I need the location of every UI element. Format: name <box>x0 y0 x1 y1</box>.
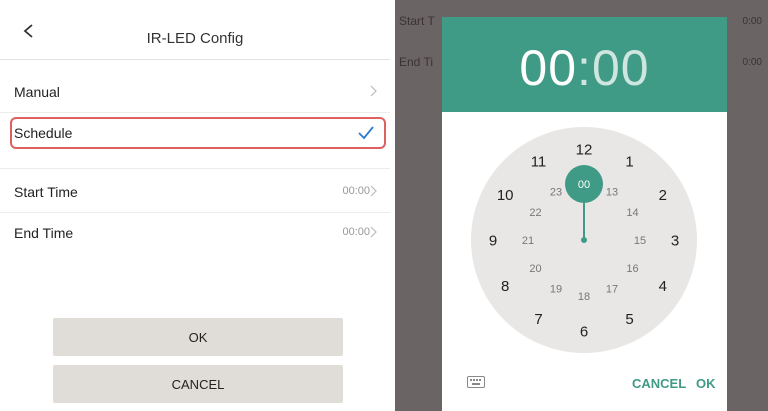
clock-hour-11[interactable]: 11 <box>531 153 547 170</box>
chevron-right-icon <box>370 85 377 97</box>
clock-hour-7[interactable]: 7 <box>534 311 542 328</box>
ok-button[interactable]: OK <box>53 318 343 356</box>
ir-led-config-screen: IR-LED Config Manual Schedule Start Time… <box>0 0 390 411</box>
keyboard-icon[interactable] <box>467 376 485 388</box>
clock-hour-5[interactable]: 5 <box>625 311 633 328</box>
time-picker-screen: Start T 0:00 End Ti 0:00 00:00 12 1 2 3 4 5 6 7… <box>395 0 768 411</box>
clock-hour-15[interactable]: 15 <box>634 235 646 247</box>
clock-hour-23[interactable]: 23 <box>550 186 562 198</box>
clock-hour-12[interactable]: 12 <box>576 141 593 158</box>
clock-hour-10[interactable]: 10 <box>497 187 514 204</box>
background-row-label: Start T <box>399 14 435 28</box>
option-label: Schedule <box>14 125 73 141</box>
divider <box>0 168 390 169</box>
time-display: 00:00 <box>442 39 727 97</box>
setting-label: End Time <box>14 225 74 241</box>
dialog-ok-button[interactable]: OK <box>696 376 716 391</box>
setting-value: 00:00 <box>342 226 370 238</box>
setting-start-time[interactable]: Start Time 00:00 <box>0 172 390 212</box>
clock-face[interactable]: 121234567891011 001314151617181920212223 <box>442 112 727 362</box>
chevron-right-icon <box>370 226 377 238</box>
clock-hour-16[interactable]: 16 <box>626 263 638 275</box>
clock-hour-19[interactable]: 19 <box>550 283 562 295</box>
hours-display[interactable]: 00 <box>519 40 577 96</box>
clock-hour-22[interactable]: 22 <box>529 207 541 219</box>
clock-hour-13[interactable]: 13 <box>606 186 618 198</box>
clock-hour-21[interactable]: 21 <box>522 235 534 247</box>
clock-hour-14[interactable]: 14 <box>626 207 638 219</box>
clock-hour-20[interactable]: 20 <box>529 263 541 275</box>
clock-hour-4[interactable]: 4 <box>659 278 667 295</box>
clock-hour-9[interactable]: 9 <box>489 232 497 249</box>
header-bar: IR-LED Config <box>0 0 390 60</box>
dialog-cancel-button[interactable]: CANCEL <box>632 376 686 391</box>
clock-hour-8[interactable]: 8 <box>501 278 509 295</box>
background-row-label: End Ti <box>399 55 434 69</box>
checkmark-icon <box>358 126 374 140</box>
time-separator: : <box>577 40 592 96</box>
clock-center-dot <box>581 237 587 243</box>
minutes-display[interactable]: 00 <box>592 40 650 96</box>
clock-hour-1[interactable]: 1 <box>625 153 633 170</box>
option-label: Manual <box>14 84 60 100</box>
divider <box>0 112 390 113</box>
chevron-right-icon <box>370 185 377 197</box>
clock-hour-3[interactable]: 3 <box>671 232 679 249</box>
clock-hour-17[interactable]: 17 <box>606 283 618 295</box>
setting-value: 00:00 <box>342 185 370 197</box>
time-picker-dialog: 00:00 12 1 2 3 4 5 6 7 8 9 10 11 00 13 14 15 16 17 18 19 20… <box>442 17 727 411</box>
option-schedule[interactable]: Schedule <box>10 117 386 149</box>
clock-hour-18[interactable]: 18 <box>578 291 590 303</box>
clock-hour-00[interactable]: 00 <box>578 179 590 191</box>
time-header: 00:00 <box>442 17 727 112</box>
clock-hour-6[interactable]: 6 <box>580 323 588 340</box>
background-row-value: 0:00 <box>742 16 762 27</box>
setting-label: Start Time <box>14 184 78 200</box>
cancel-button[interactable]: CANCEL <box>53 365 343 403</box>
option-manual[interactable]: Manual <box>0 72 390 112</box>
page-title: IR-LED Config <box>146 30 244 47</box>
background-row-value: 0:00 <box>742 57 762 68</box>
clock-hour-2[interactable]: 2 <box>659 187 667 204</box>
setting-end-time[interactable]: End Time 00:00 <box>0 213 390 253</box>
